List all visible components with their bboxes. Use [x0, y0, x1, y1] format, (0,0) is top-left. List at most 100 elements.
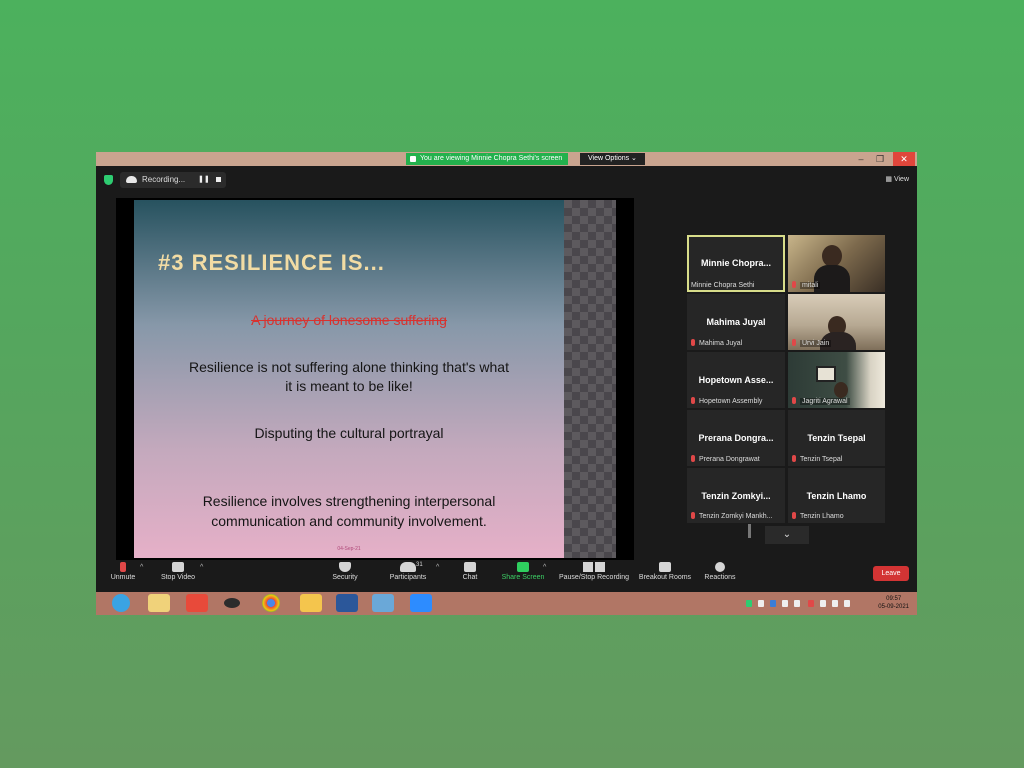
- share-icon: [410, 156, 416, 162]
- slide-line-4: Resilience involves strengthening interp…: [202, 493, 496, 509]
- participant-display-name: Hopetown Asse...: [698, 375, 774, 385]
- participant-video-tile[interactable]: Urvi Jain: [788, 294, 885, 350]
- keyboard-icon[interactable]: [844, 600, 850, 607]
- minimize-button[interactable]: –: [853, 152, 869, 166]
- participant-video-tile[interactable]: mitali: [788, 235, 885, 292]
- reactions-button[interactable]: Reactions: [702, 562, 738, 581]
- participant-tile[interactable]: Hopetown Asse... Hopetown Assembly: [687, 352, 785, 408]
- participant-display-name: Minnie Chopra...: [700, 258, 771, 268]
- battery-icon[interactable]: [832, 600, 838, 607]
- more-participants-chevron-icon[interactable]: ⌄: [765, 526, 809, 544]
- video-options-caret-icon[interactable]: ^: [200, 564, 203, 571]
- word-icon[interactable]: [336, 594, 358, 612]
- participant-name: Urvi Jain: [800, 340, 832, 347]
- leave-button[interactable]: Leave: [873, 566, 909, 581]
- participant-name: Mahima Juyal: [699, 340, 743, 347]
- participants-label: Participants: [389, 574, 427, 581]
- sticky-notes-icon[interactable]: [300, 594, 322, 612]
- close-button[interactable]: ✕: [893, 152, 915, 166]
- view-label: View: [893, 176, 909, 183]
- video-camera-icon: [172, 562, 184, 572]
- slide-line-3: Disputing the cultural portrayal: [254, 425, 444, 441]
- pause-stop-recording-label: Pause/Stop Recording: [558, 574, 630, 581]
- slide-side-pattern: [564, 200, 616, 558]
- participant-video-tile[interactable]: Jagriti Agrawal: [788, 352, 885, 408]
- clock-time: 09:57: [886, 596, 902, 602]
- security-tray-icon[interactable]: [746, 600, 752, 607]
- participant-name: Jagriti Agrawal: [800, 398, 850, 405]
- security-button[interactable]: Security: [330, 562, 360, 581]
- restore-button[interactable]: ❐: [872, 152, 888, 166]
- zoom-window: You are viewing Minnie Chopra Sethi's sc…: [96, 152, 917, 615]
- security-label: Security: [332, 574, 358, 581]
- participant-tile[interactable]: Tenzin Zomkyi... Tenzin Zomkyi Mankh...: [687, 468, 785, 523]
- stop-recording-icon[interactable]: [216, 177, 221, 182]
- acrobat-icon[interactable]: [186, 594, 208, 612]
- file-explorer-icon[interactable]: [148, 594, 170, 612]
- unmute-label: Unmute: [110, 574, 136, 581]
- muted-mic-icon: [120, 562, 126, 572]
- media-player-icon[interactable]: [224, 598, 240, 608]
- reactions-label: Reactions: [704, 574, 736, 581]
- bluetooth-icon[interactable]: [770, 600, 776, 607]
- audio-options-caret-icon[interactable]: ^: [140, 564, 143, 571]
- share-screen-button[interactable]: Share Screen: [501, 562, 545, 581]
- unmute-button[interactable]: Unmute: [108, 562, 138, 581]
- zoom-icon[interactable]: [410, 594, 432, 612]
- participant-name: Hopetown Assembly: [699, 398, 763, 405]
- meeting-top-bar: Recording... ❚❚ ▦ View: [96, 166, 917, 196]
- participant-tile[interactable]: Minnie Chopra... Minnie Chopra Sethi: [687, 235, 785, 292]
- participant-display-name: Tenzin Zomkyi...: [701, 491, 771, 501]
- signal-icon[interactable]: [794, 600, 800, 607]
- participant-display-name: Prerana Dongra...: [698, 433, 774, 443]
- panel-resize-handle[interactable]: [748, 524, 751, 538]
- breakout-rooms-button[interactable]: Breakout Rooms: [638, 562, 692, 581]
- clock[interactable]: 09:57 05-09-2021: [878, 595, 909, 611]
- pause-recording-icon[interactable]: ❚❚: [198, 175, 210, 183]
- participant-tile[interactable]: Tenzin Tsepal Tenzin Tsepal: [788, 410, 885, 466]
- muted-mic-icon: [792, 397, 796, 404]
- participant-tile[interactable]: Prerana Dongra... Prerana Dongrawat: [687, 410, 785, 466]
- participant-video: [834, 382, 848, 398]
- microphone-tray-icon[interactable]: [808, 600, 814, 607]
- view-options-button[interactable]: View Options ⌄: [580, 153, 645, 165]
- windows-taskbar: 09:57 05-09-2021: [96, 592, 917, 615]
- view-button[interactable]: ▦ View: [885, 175, 909, 183]
- pause-stop-icon: [582, 562, 606, 572]
- participants-button[interactable]: Participants: [386, 562, 430, 581]
- photos-icon[interactable]: [372, 594, 394, 612]
- participants-icon: [400, 562, 416, 572]
- chat-button[interactable]: Chat: [458, 562, 482, 581]
- chrome-icon[interactable]: [262, 594, 280, 612]
- participants-options-caret-icon[interactable]: ^: [436, 564, 439, 571]
- chat-label: Chat: [462, 574, 478, 581]
- chat-bubble-icon: [464, 562, 476, 572]
- presentation-slide: #3 RESILIENCE IS... A journey of lonesom…: [134, 200, 564, 558]
- internet-explorer-icon[interactable]: [112, 594, 130, 612]
- stop-video-button[interactable]: Stop Video: [158, 562, 198, 581]
- muted-mic-icon: [792, 281, 796, 288]
- slide-line-5: communication and community involvement.: [211, 513, 487, 529]
- shield-icon: [339, 562, 351, 572]
- slide-date: 04-Sep-21: [337, 546, 361, 552]
- participant-name: mitali: [800, 282, 821, 289]
- security-shield-icon[interactable]: [104, 175, 113, 185]
- participant-display-name: Mahima Juyal: [706, 317, 766, 327]
- volume-icon[interactable]: [820, 600, 826, 607]
- participant-name: Tenzin Lhamo: [800, 513, 844, 520]
- stop-video-label: Stop Video: [160, 574, 196, 581]
- participant-tile[interactable]: Tenzin Lhamo Tenzin Lhamo: [788, 468, 885, 523]
- smiley-icon: [715, 562, 725, 572]
- pause-stop-recording-button[interactable]: Pause/Stop Recording: [558, 562, 630, 581]
- muted-mic-icon: [691, 339, 695, 346]
- participants-count: 31: [416, 562, 423, 568]
- flag-icon[interactable]: [758, 600, 764, 607]
- slide-line-1: Resilience is not suffering alone thinki…: [189, 359, 509, 375]
- network-icon[interactable]: [782, 600, 788, 607]
- participant-name: Tenzin Tsepal: [800, 456, 843, 463]
- shared-screen: #3 RESILIENCE IS... A journey of lonesom…: [116, 198, 634, 560]
- participant-video: [822, 245, 842, 267]
- slide-title: #3 RESILIENCE IS...: [158, 250, 385, 275]
- participant-tile[interactable]: Mahima Juyal Mahima Juyal: [687, 294, 785, 350]
- share-options-caret-icon[interactable]: ^: [543, 564, 546, 571]
